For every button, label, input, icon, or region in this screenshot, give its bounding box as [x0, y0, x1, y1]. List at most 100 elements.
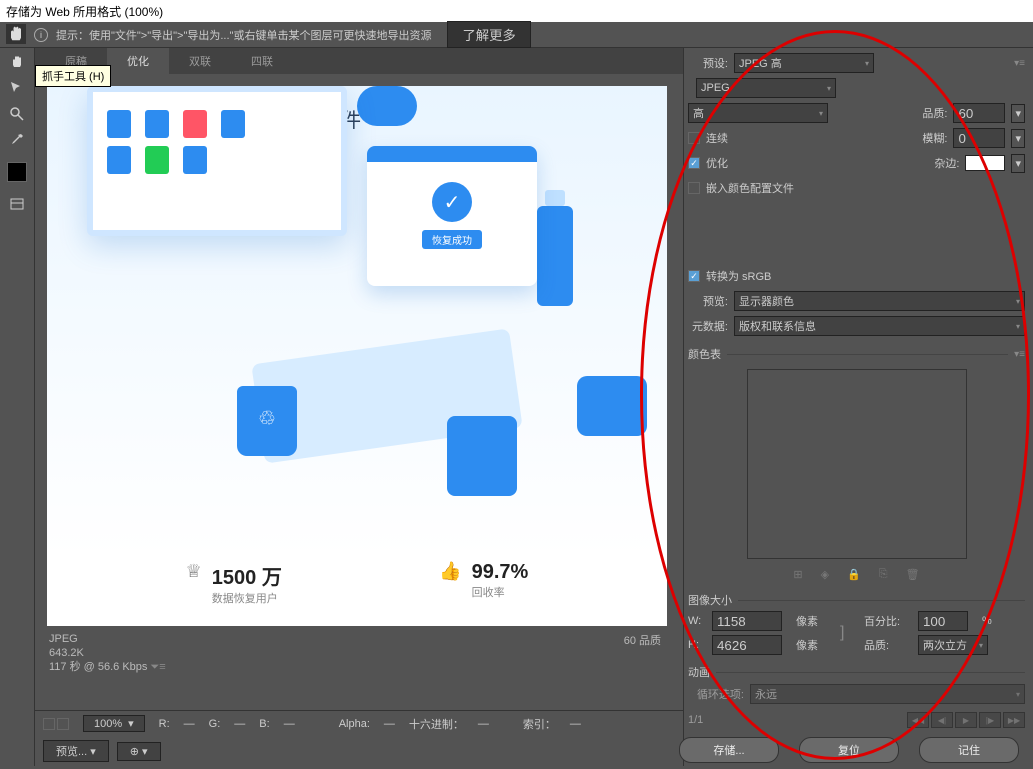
- metadata-select[interactable]: 版权和联系信息▾: [734, 316, 1025, 336]
- play-button: ▶: [955, 712, 977, 728]
- stat-label: 回收率: [472, 584, 529, 600]
- slice-select-tool[interactable]: [5, 78, 29, 98]
- ct-trash-icon[interactable]: 🗑: [906, 568, 920, 581]
- metadata-label: 元数据:: [688, 318, 728, 334]
- disk-icon: [577, 376, 647, 436]
- preview-area: Q 数据恢复软件 ✓: [35, 74, 683, 710]
- preset-select[interactable]: JPEG 高▾: [734, 53, 874, 73]
- cloud-icon: [357, 86, 417, 126]
- tab-twoup[interactable]: 双联: [169, 48, 231, 74]
- width-input[interactable]: [712, 611, 782, 631]
- save-button[interactable]: 存储...: [679, 737, 779, 763]
- hint-bar: i 提示：使用"文件">"导出">"导出为..."或右键单击某个图层可更快速地导…: [0, 22, 1033, 48]
- frame-counter: 1/1: [688, 714, 703, 726]
- prev-frame-button: ◀|: [931, 712, 953, 728]
- tab-optimized[interactable]: 优化: [107, 48, 169, 74]
- embed-profile-label: 嵌入颜色配置文件: [706, 180, 794, 196]
- zoom-select[interactable]: 100%▾: [83, 715, 145, 732]
- ct-icon[interactable]: ◈: [821, 568, 829, 581]
- next-frame-button: |▶: [979, 712, 1001, 728]
- info-icon: i: [34, 28, 48, 42]
- blur-input[interactable]: [953, 128, 1005, 148]
- hand-tool-icon[interactable]: [6, 24, 26, 44]
- hint-text: 提示：使用"文件">"导出">"导出为..."或右键单击某个图层可更快速地导出资…: [56, 27, 431, 43]
- quality-label: 品质:: [907, 105, 947, 121]
- ct-new-icon[interactable]: ⎘: [879, 568, 888, 581]
- zoom-tool[interactable]: [5, 104, 29, 124]
- browser-preview-button[interactable]: ⊕ ▾: [117, 742, 161, 761]
- usb-icon: [537, 206, 573, 306]
- quality2-label: 品质:: [864, 637, 914, 653]
- px-label: 像素: [796, 613, 836, 629]
- first-frame-button: ◀◀: [907, 712, 929, 728]
- laptop-screen: [87, 86, 347, 236]
- user-icon: ♕: [186, 561, 202, 582]
- sd-card-icon: [447, 416, 517, 496]
- window-title: 存储为 Web 所用格式 (100%): [0, 0, 1033, 22]
- format-select[interactable]: JPEG▾: [696, 78, 836, 98]
- stat-value: 99.7%: [472, 561, 529, 584]
- ct-icon[interactable]: ⊞: [793, 568, 802, 581]
- eyedropper-tool[interactable]: [5, 130, 29, 150]
- percent-input[interactable]: [918, 611, 968, 631]
- toolbox: [0, 48, 35, 766]
- stat-label: 数据恢复用户: [212, 590, 282, 606]
- preset-menu-icon[interactable]: ▾≡: [1014, 58, 1025, 69]
- success-panel: ✓ 恢复成功: [367, 146, 537, 286]
- progressive-checkbox[interactable]: [688, 132, 700, 144]
- index-label: 索引：: [523, 716, 556, 732]
- alpha-label: Alpha:: [339, 718, 370, 730]
- height-label: H:: [688, 639, 708, 651]
- link-icon[interactable]: ]: [840, 624, 860, 642]
- width-label: W:: [688, 615, 708, 627]
- progressive-label: 连续: [706, 130, 728, 146]
- hex-label: 十六进制：: [409, 716, 464, 732]
- ct-lock-icon[interactable]: 🔒: [847, 568, 861, 581]
- center-column: 抓手工具 (H) 原稿 优化 双联 四联 Q 数据恢复软件: [35, 48, 683, 766]
- image-size-label: 图像大小: [688, 592, 732, 608]
- meta-time: 117 秒 @ 56.6 Kbps: [49, 661, 147, 673]
- meta-format: JPEG: [49, 632, 166, 646]
- embed-profile-checkbox[interactable]: [688, 182, 700, 194]
- color-table-toolbar: ⊞ ◈ 🔒 ⎘ 🗑: [688, 566, 1025, 583]
- remember-button[interactable]: 记住: [919, 737, 1019, 763]
- meta-size: 643.2K: [49, 646, 166, 660]
- px-label: 像素: [796, 637, 836, 653]
- matte-swatch[interactable]: [965, 155, 1005, 171]
- preview-select[interactable]: 显示器颜色▾: [734, 291, 1025, 311]
- preview-button[interactable]: 预览... ▾: [43, 740, 109, 762]
- loop-label: 循环选项:: [688, 686, 744, 702]
- slice-visibility-tool[interactable]: [5, 194, 29, 214]
- convert-srgb-checkbox[interactable]: ✓: [688, 270, 700, 282]
- tool-tooltip: 抓手工具 (H): [35, 65, 111, 87]
- loop-select: 永远▾: [750, 684, 1025, 704]
- reset-button[interactable]: 复位: [799, 737, 899, 763]
- animation-label: 动画: [688, 664, 710, 680]
- optimized-checkbox[interactable]: ✓: [688, 157, 700, 169]
- b-label: B:: [259, 718, 269, 730]
- height-input[interactable]: [712, 635, 782, 655]
- blur-label: 模糊:: [907, 130, 947, 146]
- hand-tool[interactable]: [5, 52, 29, 72]
- r-label: R:: [159, 718, 170, 730]
- preview-meta: JPEG 643.2K 117 秒 @ 56.6 Kbps ⏷≡ 60 品质: [45, 628, 665, 678]
- learn-more-button[interactable]: 了解更多: [447, 21, 530, 48]
- quality-preset-select[interactable]: 高▾: [688, 103, 828, 123]
- matte-label: 杂边:: [919, 155, 959, 171]
- info-bar: 100%▾ R:— G:— B:— Alpha:— 十六进制：— 索引：—: [35, 710, 683, 736]
- color-table: [747, 369, 967, 559]
- preset-label: 预设:: [688, 55, 728, 71]
- percent-label: 百分比:: [864, 613, 914, 629]
- last-frame-button: ▶▶: [1003, 712, 1025, 728]
- view-tabs: 原稿 优化 双联 四联: [35, 48, 683, 74]
- resample-select[interactable]: 两次立方▾: [918, 635, 988, 655]
- preview-canvas[interactable]: Q 数据恢复软件 ✓: [47, 86, 667, 626]
- optimized-label: 优化: [706, 155, 728, 171]
- quality-input[interactable]: [953, 103, 1005, 123]
- percent-unit: %: [982, 615, 1002, 627]
- settings-panel: 预设: JPEG 高▾ ▾≡ JPEG▾ 高▾ 品质: ▾ 连续 模糊: ▾ ✓…: [683, 48, 1033, 766]
- tab-fourup[interactable]: 四联: [231, 48, 293, 74]
- color-swatch[interactable]: [7, 162, 27, 182]
- color-table-menu-icon[interactable]: ▾≡: [1014, 349, 1025, 360]
- stat-value: 1500 万: [212, 561, 282, 590]
